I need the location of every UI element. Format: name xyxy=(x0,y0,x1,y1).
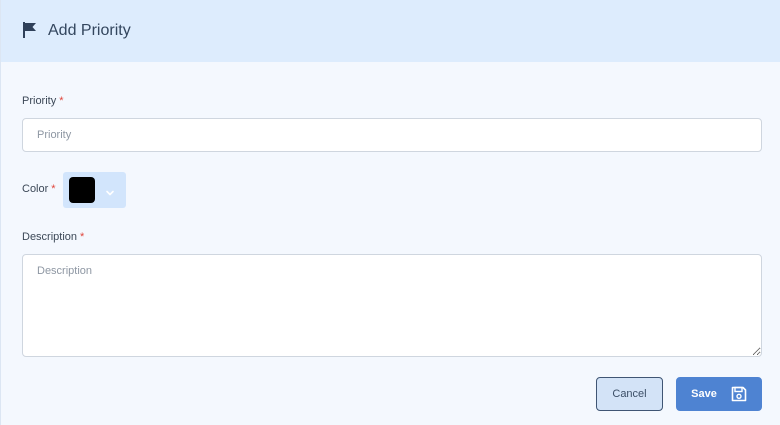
description-label-text: Description xyxy=(22,231,78,243)
required-mark: * xyxy=(80,231,85,243)
add-priority-dialog: Add Priority Priority* Color* Descriptio… xyxy=(0,0,780,425)
required-mark: * xyxy=(51,183,56,195)
description-label: Description * xyxy=(22,231,84,243)
cancel-button[interactable]: Cancel xyxy=(596,377,663,411)
dialog-header: Add Priority xyxy=(1,0,780,62)
required-mark: * xyxy=(59,95,64,107)
color-swatch xyxy=(69,177,95,203)
priority-input[interactable] xyxy=(22,118,762,152)
floppy-disk-icon xyxy=(731,386,747,402)
priority-label-text: Priority xyxy=(22,95,57,107)
color-picker[interactable] xyxy=(63,172,126,208)
save-button-label: Save xyxy=(691,388,717,400)
chevron-down-icon xyxy=(105,185,115,196)
color-label: Color * xyxy=(22,183,56,195)
color-label-text: Color xyxy=(22,183,49,195)
save-button[interactable]: Save xyxy=(676,377,762,411)
cancel-button-label: Cancel xyxy=(612,388,647,400)
description-textarea[interactable] xyxy=(22,254,762,357)
dialog-title: Add Priority xyxy=(48,22,131,39)
priority-label: Priority * xyxy=(22,95,64,107)
flag-icon xyxy=(21,21,39,39)
